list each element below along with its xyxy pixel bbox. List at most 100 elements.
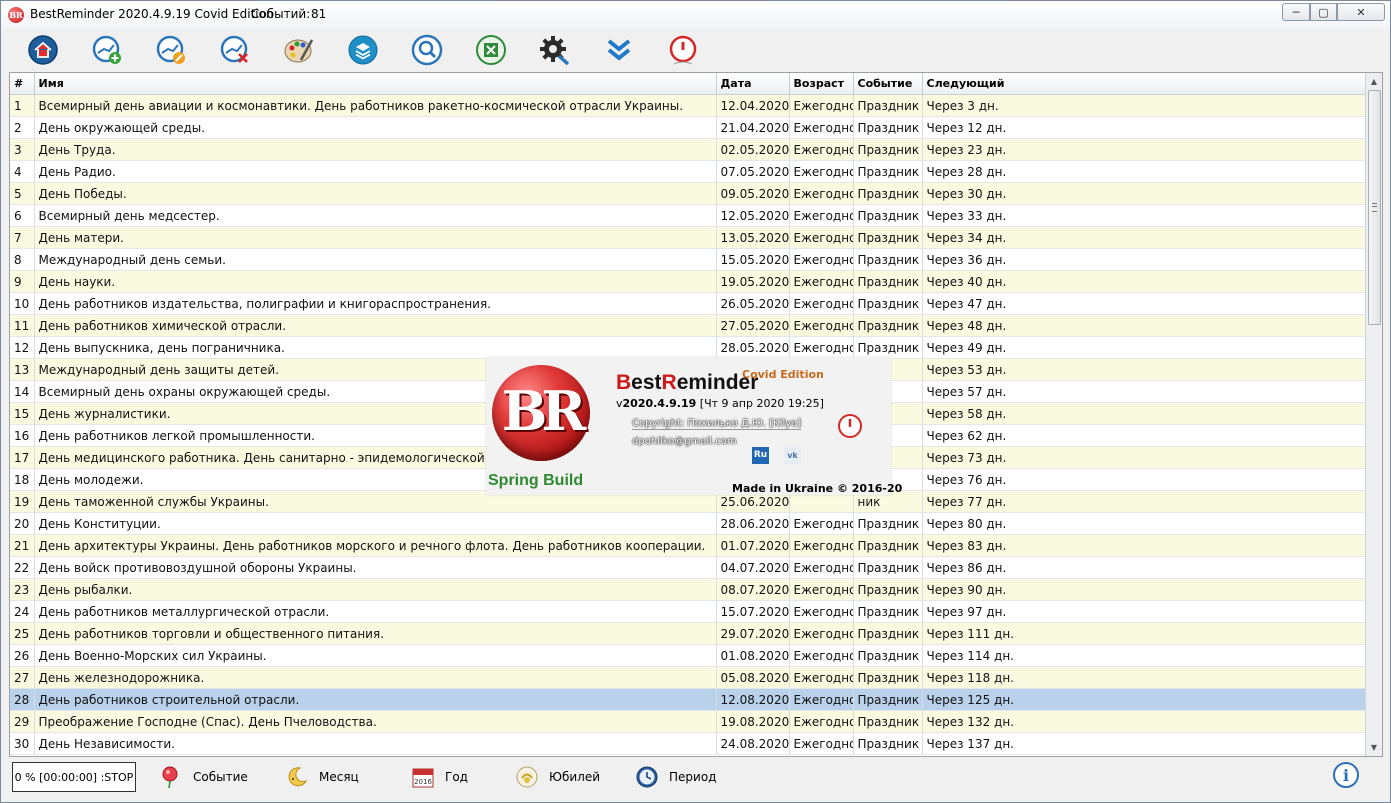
cell-next: Через 28 дн.	[922, 160, 1366, 183]
table-row[interactable]: 3 День Труда. 02.05.2020 Ежегодно Праздник Че…	[10, 138, 1366, 161]
cell-date: 28.05.2020	[716, 336, 790, 359]
clock-icon	[636, 766, 658, 788]
scroll-down-arrow-icon[interactable]: ▼	[1366, 739, 1382, 756]
minimize-button[interactable]: ─	[1282, 3, 1310, 21]
cell-date: 01.07.2020	[716, 534, 790, 557]
table-row[interactable]: 9 День науки. 19.05.2020 Ежегодно Праздник Че…	[10, 270, 1366, 293]
cell-event: Праздник	[853, 138, 923, 161]
vertical-scrollbar[interactable]: ▲ ▼	[1365, 73, 1382, 756]
cell-age: Ежегодно	[789, 732, 854, 755]
table-row[interactable]: 20 День Конституции. 28.06.2020 Ежегодно Пра…	[10, 512, 1366, 535]
export-excel-button[interactable]	[475, 34, 507, 66]
table-row[interactable]: 22 День войск противовоздушной обороны Ук…	[10, 556, 1366, 579]
layers-button[interactable]	[347, 34, 379, 66]
cell-event: Праздник	[853, 270, 923, 293]
column-header-event[interactable]: Событие	[853, 73, 923, 95]
table-row[interactable]: 4 День Радио. 07.05.2020 Ежегодно Праздник Че…	[10, 160, 1366, 183]
column-header-age[interactable]: Возраст	[789, 73, 854, 95]
search-button[interactable]	[411, 34, 443, 66]
table-row[interactable]: 11 День работников химической отрасли. 27.…	[10, 314, 1366, 337]
cell-date: 24.08.2020	[716, 732, 790, 755]
cell-age: Ежегодно	[789, 688, 854, 711]
edit-event-button[interactable]	[155, 34, 187, 66]
cell-date: 02.05.2020	[716, 138, 790, 161]
cell-name: Всемирный день медсестер.	[34, 204, 717, 227]
cell-n: 14	[10, 380, 35, 403]
table-row[interactable]: 26 День Военно-Морских сил Украины. 01.08.…	[10, 644, 1366, 667]
cell-name: День выпускника, день пограничника.	[34, 336, 717, 359]
table-row[interactable]: 25 День работников торговли и общественно…	[10, 622, 1366, 645]
power-button[interactable]	[667, 34, 699, 66]
version-number: 2020.4.9.19	[622, 397, 697, 410]
table-row[interactable]: 21 День архитектуры Украины. День работни…	[10, 534, 1366, 557]
column-header-number[interactable]: #	[10, 73, 35, 95]
cell-event: Праздник	[853, 248, 923, 271]
table-row[interactable]: 2 День окружающей среды. 21.04.2020 Ежегодн…	[10, 116, 1366, 139]
events-count: 81	[311, 7, 327, 21]
skins-button[interactable]	[283, 34, 315, 66]
month-filter-label: Месяц	[319, 770, 359, 784]
home-button[interactable]	[27, 34, 59, 66]
scroll-up-arrow-icon[interactable]: ▲	[1366, 73, 1382, 90]
cell-event: Праздник	[853, 666, 923, 689]
table-row[interactable]: 27 День железнодорожника. 05.08.2020 Ежегод…	[10, 666, 1366, 689]
cell-next: Через 137 дн.	[922, 732, 1366, 755]
column-header-name[interactable]: Имя	[34, 73, 717, 95]
app-logo: BR	[492, 365, 590, 461]
cell-age: Ежегодно	[789, 534, 854, 557]
cell-event: Праздник	[853, 160, 923, 183]
anniversary-filter-label: Юбилей	[549, 770, 601, 784]
column-header-date[interactable]: Дата	[716, 73, 790, 95]
table-row[interactable]: 12 День выпускника, день пограничника. 28.…	[10, 336, 1366, 359]
vk-link-button[interactable]: vk	[784, 447, 801, 464]
edition-label: Covid Edition	[742, 368, 824, 381]
chevron-double-down-icon	[607, 39, 631, 61]
ru-language-button[interactable]: Ru	[752, 447, 769, 464]
cell-name: День работников торговли и общественного…	[34, 622, 717, 645]
settings-button[interactable]	[539, 34, 571, 66]
excel-icon	[476, 35, 506, 65]
cell-next: Через 86 дн.	[922, 556, 1366, 579]
table-row[interactable]: 24 День работников металлургической отрас…	[10, 600, 1366, 623]
cell-name: День Военно-Морских сил Украины.	[34, 644, 717, 667]
table-row[interactable]: 10 День работников издательства, полиграф…	[10, 292, 1366, 315]
made-in-label: Made in Ukraine © 2016-20	[732, 482, 903, 495]
table-row[interactable]: 30 День Независимости. 24.08.2020 Ежегодно П…	[10, 732, 1366, 755]
cell-next: Через 73 дн.	[922, 446, 1366, 469]
table-row[interactable]: 28 День работников строительной отрасли. 1…	[10, 688, 1366, 711]
cell-age: Ежегодно	[789, 270, 854, 293]
balloon-icon	[162, 766, 178, 789]
table-row[interactable]: 23 День рыбалки. 08.07.2020 Ежегодно Праздни…	[10, 578, 1366, 601]
app-logo-icon: BR	[8, 7, 24, 23]
cell-age: Ежегодно	[789, 248, 854, 271]
build-label: Spring Build	[488, 472, 584, 489]
close-button[interactable]: ✕	[1337, 3, 1385, 21]
table-row[interactable]: 29 Преображение Господне (Спас). День Пче…	[10, 710, 1366, 733]
column-header-next[interactable]: Следующий	[922, 73, 1366, 95]
cell-n: 15	[10, 402, 35, 425]
cell-date: 05.08.2020	[716, 666, 790, 689]
maximize-button[interactable]: ▢	[1310, 3, 1337, 21]
table-row[interactable]: 1 Всемирный день авиации и космонавтики. …	[10, 94, 1366, 117]
cell-next: Через 58 дн.	[922, 402, 1366, 425]
scrollbar-thumb[interactable]	[1368, 90, 1381, 325]
cell-event: Праздник	[853, 116, 923, 139]
power-icon[interactable]	[837, 413, 863, 439]
table-row[interactable]: 8 Международный день семьи. 15.05.2020 Ежег…	[10, 248, 1366, 271]
cell-n: 26	[10, 644, 35, 667]
cell-n: 13	[10, 358, 35, 381]
cell-name: День работников химической отрасли.	[34, 314, 717, 337]
add-event-button[interactable]	[91, 34, 123, 66]
cell-n: 19	[10, 490, 35, 513]
info-icon[interactable]: i	[1333, 762, 1359, 788]
table-row[interactable]: 7 День матери. 13.05.2020 Ежегодно Праздник Ч…	[10, 226, 1366, 249]
cell-next: Через 30 дн.	[922, 182, 1366, 205]
email-link[interactable]: dpohilko@gmail.com	[632, 436, 737, 447]
delete-event-button[interactable]	[219, 34, 251, 66]
table-row[interactable]: 5 День Победы. 09.05.2020 Ежегодно Праздник Ч…	[10, 182, 1366, 205]
collapse-button[interactable]	[603, 34, 635, 66]
power-icon	[669, 35, 697, 65]
table-row[interactable]: 6 Всемирный день медсестер. 12.05.2020 Ежег…	[10, 204, 1366, 227]
cell-event: Праздник	[853, 688, 923, 711]
cell-name: День окружающей среды.	[34, 116, 717, 139]
